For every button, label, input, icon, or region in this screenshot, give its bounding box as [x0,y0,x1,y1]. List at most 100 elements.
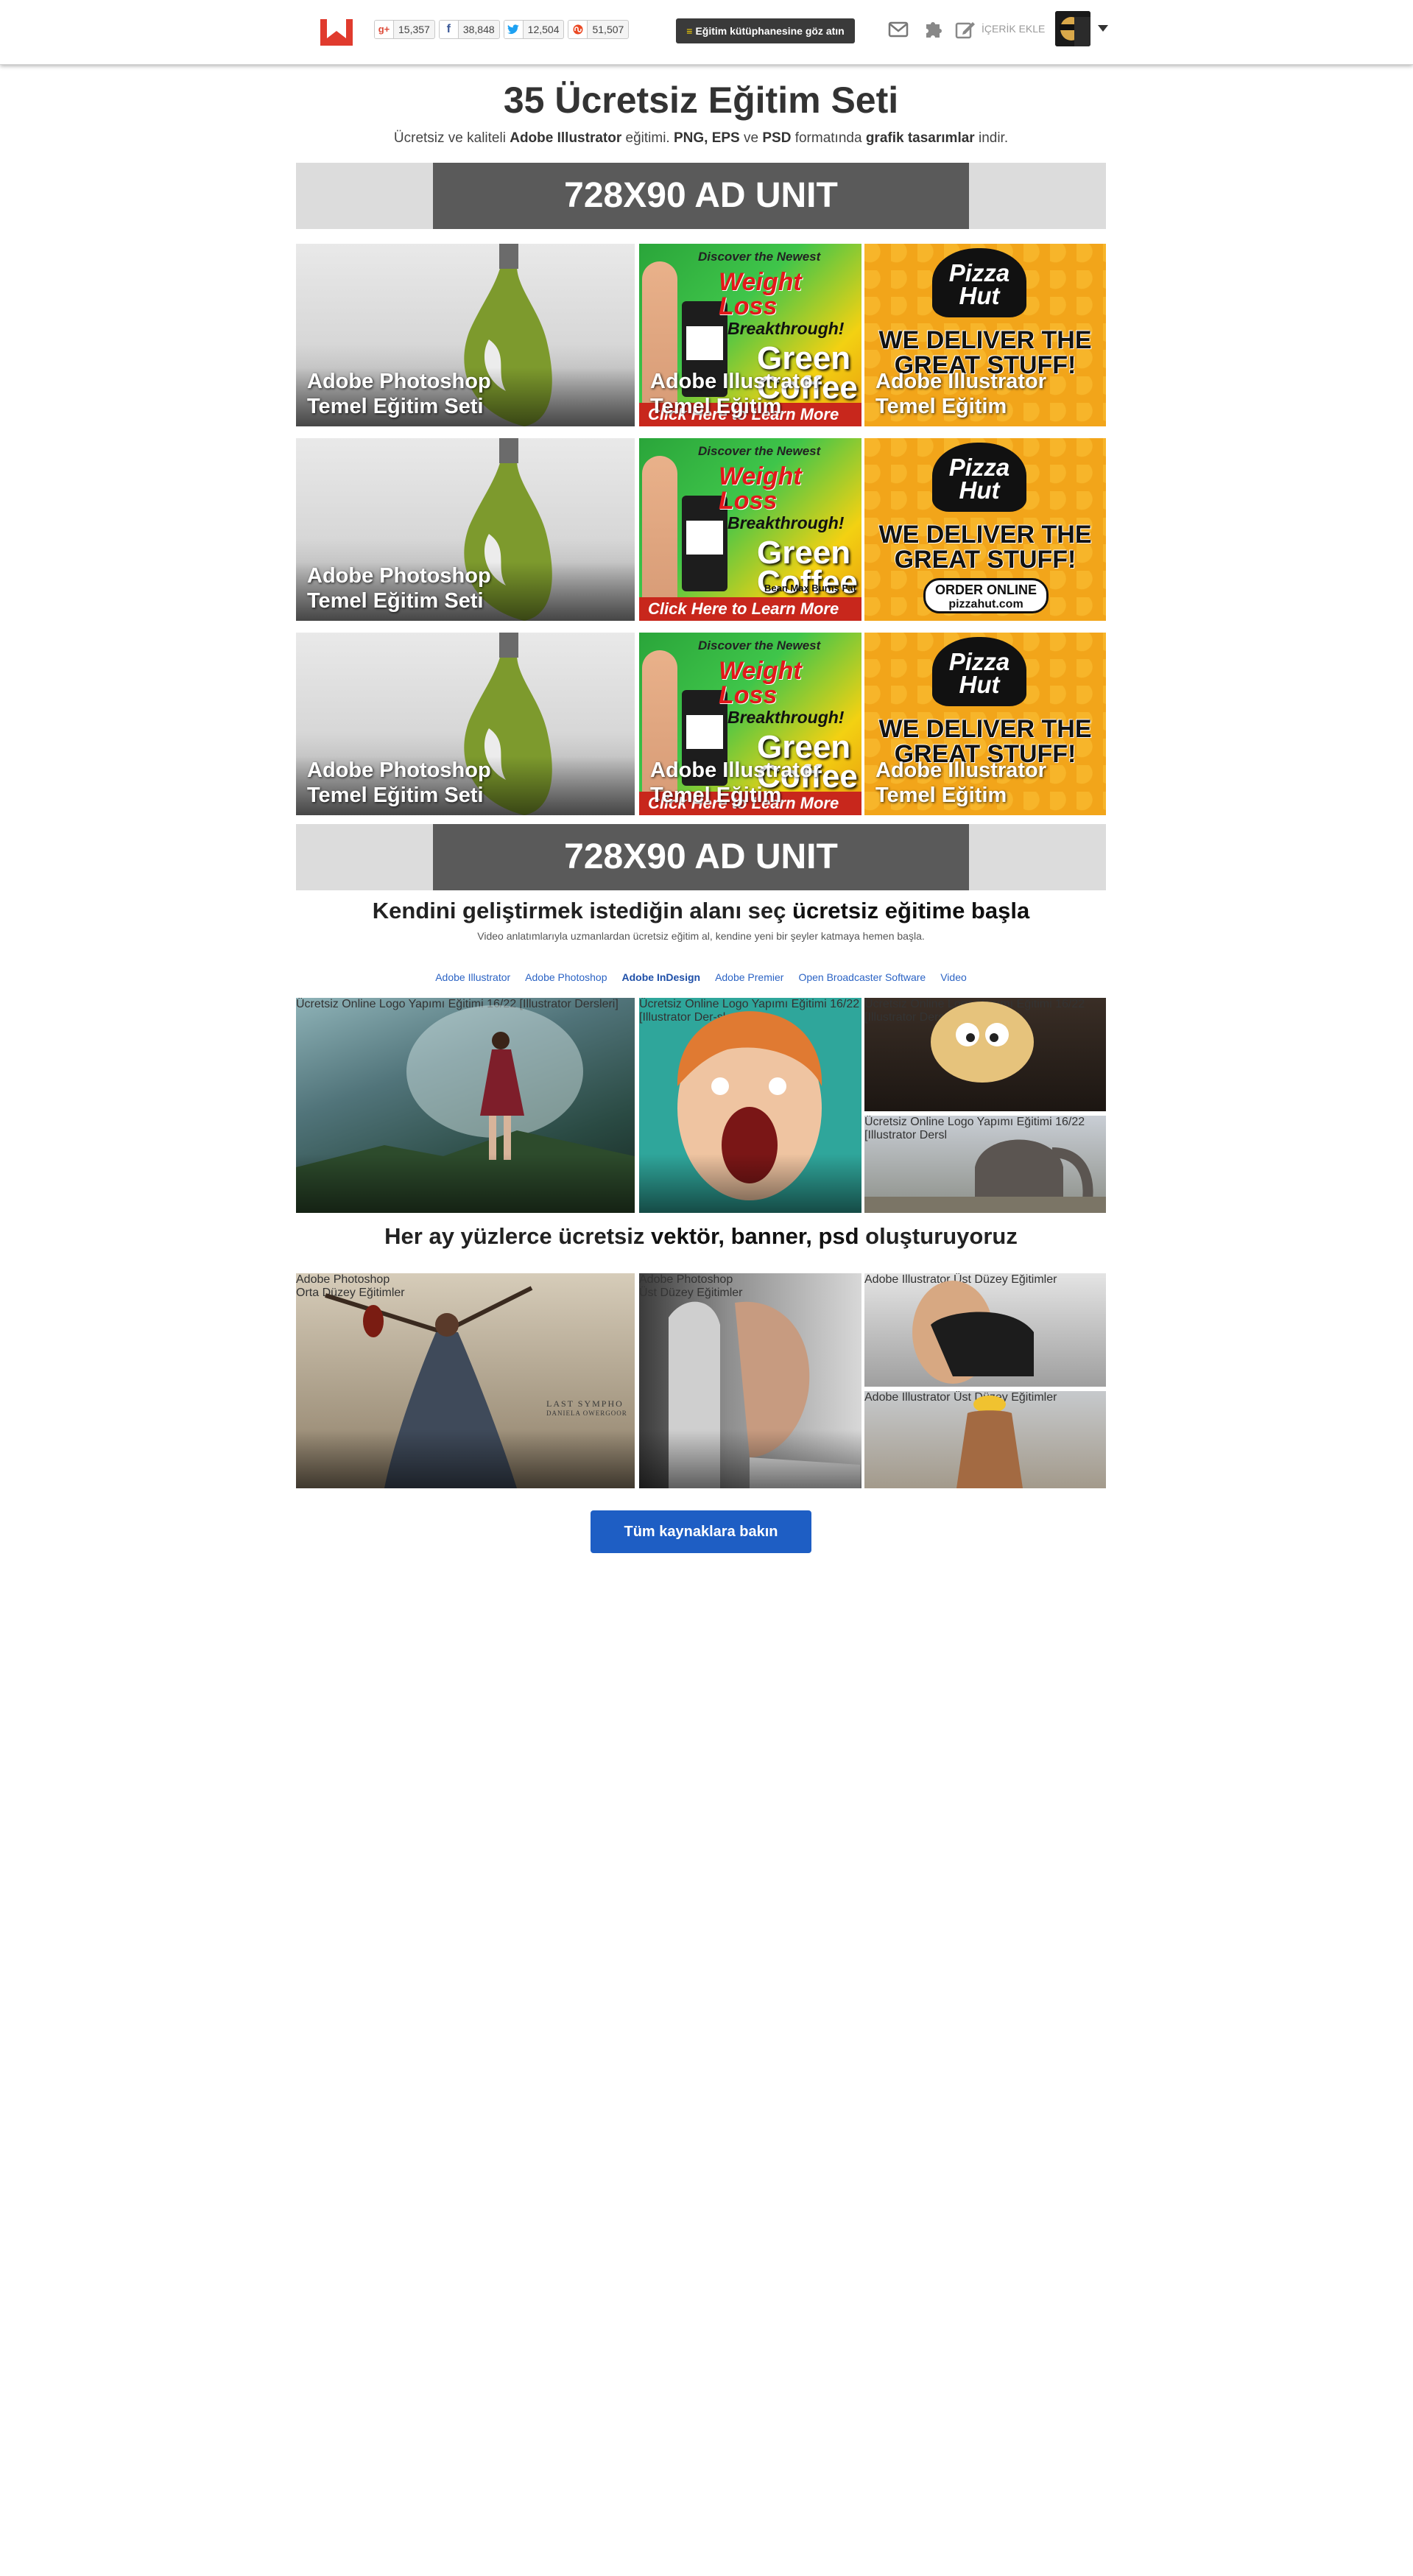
subtitle-text: eğitimi. [621,130,674,146]
category-filter: Adobe Illustrator Adobe Photoshop Adobe … [296,971,1106,983]
ad-text: Discover the Newest [698,250,821,264]
stumbleupon-counter[interactable]: 51,507 [568,20,630,39]
ad-unit-label: 728X90 AD UNIT [433,163,969,229]
pizza-hut-logo: Pizza Hut [932,443,1026,512]
caption-line: Adobe Photoshop [307,759,491,782]
caption-line: Adobe Illustrator [650,370,822,393]
ad-text: Bean Max Burns Fat [764,583,856,594]
all-resources-button[interactable]: Tüm kaynaklara bakın [591,1510,811,1553]
twitter-counter[interactable]: 12,504 [503,20,565,39]
card-caption: Adobe Illustrator Temel Eğitim [875,758,1046,808]
photoshop-set-card[interactable]: Adobe Photoshop Temel Eğitim Seti [296,244,635,426]
site-logo-icon[interactable] [318,16,355,49]
tutorial-card[interactable]: LAST SYMPHO DANIELA OWERGOOR Adobe Photos… [296,1273,635,1488]
ad-text: WE DELIVER THE GREAT STUFF! [878,521,1092,574]
ad-text: Pizza Hut [948,259,1010,309]
stumbleupon-count: 51,507 [592,24,624,35]
facebook-counter[interactable]: f 38,848 [438,20,500,39]
account-dropdown-icon[interactable] [1098,25,1108,32]
title-text: Kendini geliştirmek istediğin alanı seç [372,898,793,923]
category-indesign[interactable]: Adobe InDesign [622,971,701,983]
category-photoshop[interactable]: Adobe Photoshop [525,971,607,983]
caption-line: Temel Eğitim Seti [307,589,484,613]
ad-headline: Weight Loss [719,462,851,515]
title-text: oluşturuyoruz [859,1223,1018,1249]
user-avatar[interactable] [1055,11,1090,46]
twitter-icon [504,21,524,38]
mail-icon[interactable] [887,18,909,41]
subtitle-bold: Adobe Illustrator [510,130,622,146]
elephant-image [864,1139,1106,1213]
ad-cta[interactable]: Click Here to Learn More [639,597,861,621]
ad-text: Weight Loss [719,268,802,320]
cookie-monster-image [931,1002,1034,1083]
card-caption: Adobe Photoshop Temel Eğitim Seti [307,758,491,808]
tutorial-card[interactable]: Adobe Photoshop Üst Düzey Eğitimler [639,1273,861,1488]
weightloss-ad-card[interactable]: Discover the Newest Weight Loss Breakthr… [639,633,861,815]
puzzle-icon[interactable] [922,18,944,41]
ad-text: pizzahut.com [948,598,1023,610]
edit-icon[interactable] [954,18,976,41]
pizza-ad-card[interactable]: Pizza Hut WE DELIVER THE GREAT STUFF! Ad… [864,244,1106,426]
caption-shade [296,1154,635,1213]
photoshop-set-card[interactable]: Adobe Photoshop Temel Eğitim Seti [296,633,635,815]
menu-icon: ≡ [686,25,693,37]
browse-library-label: Eğitim kütüphanesine göz atın [695,25,845,37]
title-bold: vektör, banner, psd [651,1223,859,1249]
card-caption: Adobe Photoshop Temel Eğitim Seti [307,369,491,419]
ad-headline: Weight Loss [719,270,851,319]
caption-shade [639,1429,861,1488]
tutorial-card[interactable]: Adobe Illustrator Üst Düzey Eğitimler [864,1273,1106,1387]
caption-line: Adobe Photoshop [307,564,491,588]
ad-text: Breakthrough! [727,513,845,532]
lesson-card[interactable]: Ücretsiz Online Logo Yapımı Eğitimi 16/2… [864,1116,1106,1213]
google-plus-icon: g+ [375,21,394,38]
browse-library-button[interactable]: ≡ Eğitim kütüphanesine göz atın [676,18,855,43]
caption-line: Adobe Photoshop [307,370,491,393]
ad-banner-middle[interactable]: 728X90 AD UNIT [296,824,1106,890]
model-figure [642,456,677,610]
category-illustrator[interactable]: Adobe Illustrator [435,971,510,983]
training-set-row: Adobe Photoshop Temel Eğitim Seti Discove… [296,438,1106,628]
ad-text: Weight Loss [719,462,802,515]
ad-text: Breakthrough! [727,708,845,727]
category-video[interactable]: Video [940,971,967,983]
lesson-card[interactable]: Ücretsiz Online Logo Yapımı Eğitimi 16/2… [864,998,1106,1111]
lesson-card[interactable]: Ücretsiz Online Logo Yapımı Eğitimi 16/2… [296,998,635,1213]
lesson-mosaic: Ücretsiz Online Logo Yapımı Eğitimi 16/2… [296,998,1106,1213]
subtitle-bold: PSD [762,130,792,146]
add-content-link[interactable]: İÇERİK EKLE [982,23,1045,35]
worker-image [956,1396,1023,1488]
caption-line: Adobe Illustrator [650,759,822,782]
caption-line: Adobe Illustrator [875,759,1047,782]
order-online-badge[interactable]: ORDER ONLINE pizzahut.com [923,578,1049,613]
ad-unit-label: 728X90 AD UNIT [433,824,969,890]
pizza-ad-card[interactable]: Pizza Hut WE DELIVER THE GREAT STUFF! Ad… [864,633,1106,815]
masked-face-image [912,1281,1034,1384]
pizza-ad-card[interactable]: Pizza Hut WE DELIVER THE GREAT STUFF! OR… [864,438,1106,621]
category-obs[interactable]: Open Broadcaster Software [798,971,926,983]
weightloss-ad-card[interactable]: Discover the Newest Weight Loss Breakthr… [639,244,861,426]
google-plus-count: 15,357 [398,24,430,35]
artwork-text: DANIELA OWERGOOR [546,1410,627,1417]
weightloss-ad-card[interactable]: Discover the Newest Weight Loss Breakthr… [639,438,861,621]
title-text: Her ay yüzlerce ücretsiz [384,1223,652,1249]
category-premier[interactable]: Adobe Premier [715,971,783,983]
subtitle-text: formatında [791,130,866,146]
training-set-row: Adobe Photoshop Temel Eğitim Seti Discove… [296,244,1106,434]
training-set-row: Adobe Photoshop Temel Eğitim Seti Discove… [296,633,1106,823]
lesson-card[interactable]: Ücretsiz Online Logo Yapımı Eğitimi 16/2… [639,998,861,1213]
page-subtitle: Ücretsiz ve kaliteli Adobe Illustrator e… [296,130,1106,147]
twitter-count: 12,504 [527,24,560,35]
google-plus-counter[interactable]: g+ 15,357 [374,20,435,39]
subtitle-text: Ücretsiz ve kaliteli [393,130,510,146]
learn-section-title: Kendini geliştirmek istediğin alanı seç … [296,896,1106,926]
caption-shade [639,1154,861,1213]
tutorial-card[interactable]: Adobe Illustrator Üst Düzey Eğitimler [864,1391,1106,1488]
artwork-text: LAST SYMPHO [546,1398,624,1409]
social-counters: g+ 15,357 f 38,848 12,504 51,507 [374,20,630,39]
ad-banner-top[interactable]: 728X90 AD UNIT [296,163,1106,229]
photoshop-set-card[interactable]: Adobe Photoshop Temel Eğitim Seti [296,438,635,621]
title-bold: ücretsiz eğitime başla [792,898,1030,923]
ad-text: Weight Loss [719,657,802,709]
